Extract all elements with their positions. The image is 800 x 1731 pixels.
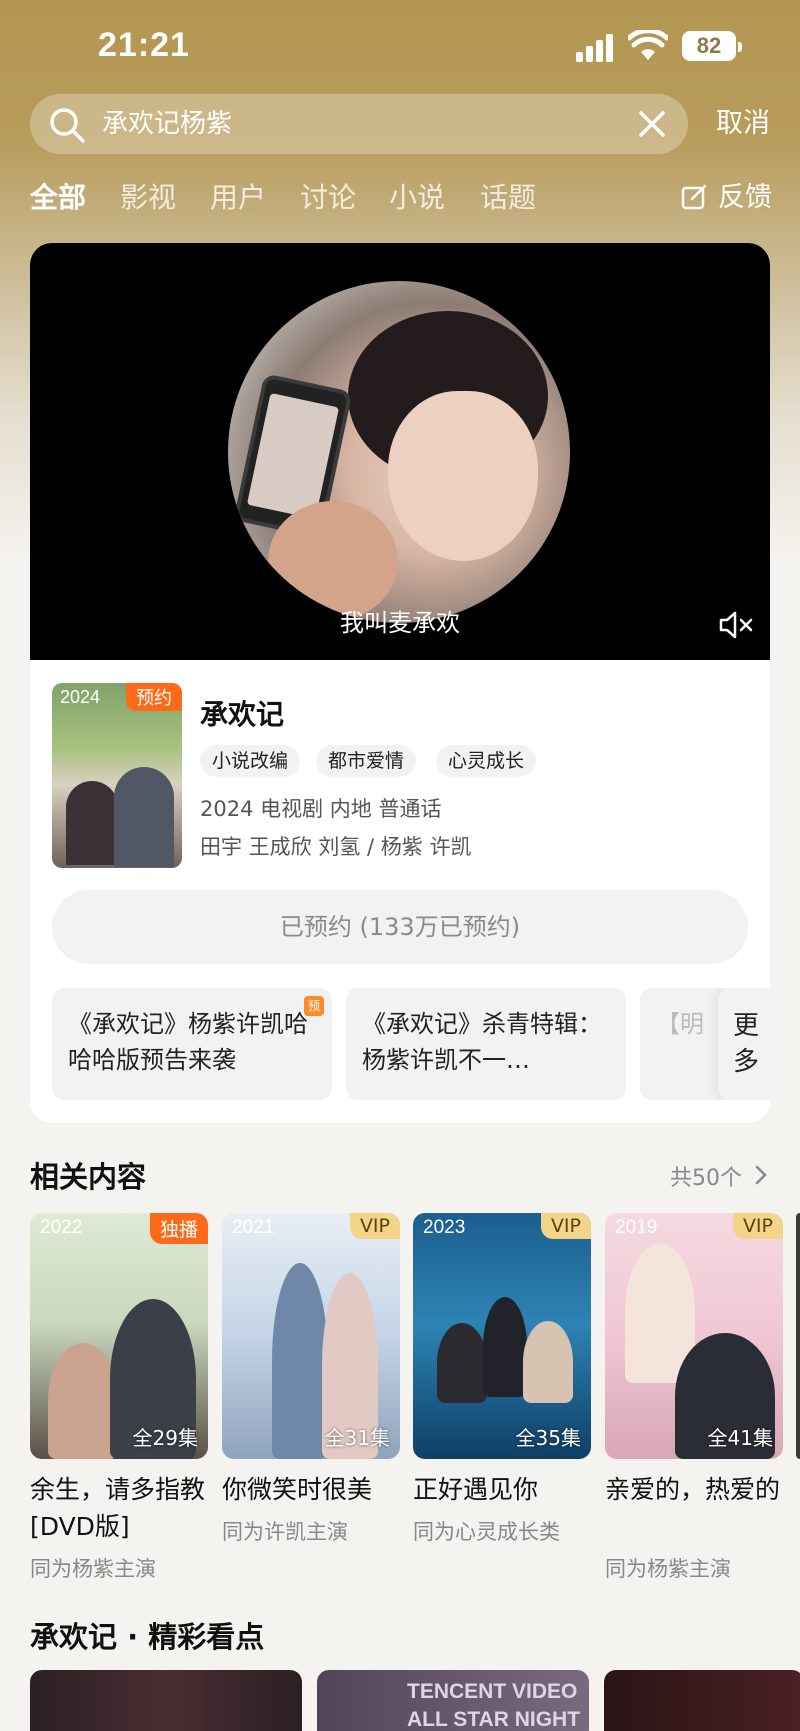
search-query: 承欢记杨紫 [102, 109, 233, 139]
video-thumbnail [228, 281, 570, 623]
trailer-badge: 预 [304, 996, 324, 1016]
mute-icon[interactable] [718, 609, 754, 641]
related-year: 2019 [615, 1217, 658, 1238]
show-meta: 2024 电视剧 内地 普通话 [200, 797, 442, 821]
related-title: 亲爱的，热爱的 [605, 1475, 781, 1504]
clip-item[interactable]: 《承欢记》杨紫许凯哈哈哈版预告来袭 预 [52, 988, 332, 1100]
highlight-item[interactable] [30, 1670, 302, 1731]
related-poster: 2019 VIP 全41集 [605, 1213, 783, 1459]
show-card: 我叫麦承欢 2024 预约 承欢记 小说改编 都市爱情 心灵成长 2024 电视… [30, 243, 770, 1123]
tab-novel[interactable]: 小说 [389, 176, 445, 220]
tab-video[interactable]: 影视 [120, 176, 176, 220]
chevron-right-icon [755, 1165, 767, 1185]
edit-icon [681, 184, 707, 210]
related-title: 正好遇见你 [413, 1475, 539, 1504]
related-reason: 同为杨紫主演 [30, 1557, 156, 1581]
related-year: 2023 [423, 1217, 466, 1238]
reserve-badge: 预约 [126, 683, 182, 711]
related-year: 2022 [40, 1217, 83, 1238]
highlight-item[interactable]: TENCENT VIDEO ALL STAR NIGHT [317, 1670, 589, 1731]
related-title: 你微笑时很美 [222, 1475, 373, 1504]
clip-title: 《承欢记》杀青特辑：杨紫许凯不一… [362, 1010, 602, 1074]
reserved-button[interactable]: 已预约 (133万已预约) [52, 890, 748, 964]
feedback-label: 反馈 [718, 182, 772, 213]
show-poster[interactable]: 2024 预约 [52, 683, 182, 868]
video-subtitle: 我叫麦承欢 [340, 609, 460, 637]
vip-badge: VIP [732, 1213, 783, 1239]
status-bar: 21:21 82 [0, 0, 800, 90]
episode-count: 全41集 [707, 1426, 773, 1450]
vip-badge: VIP [349, 1213, 400, 1239]
highlight-item[interactable] [604, 1670, 800, 1731]
signal-icon [576, 32, 620, 62]
related-poster: 2022 独播 全29集 [30, 1213, 208, 1459]
video-player[interactable]: 我叫麦承欢 [30, 243, 770, 660]
related-count-link[interactable]: 共50个 [670, 1160, 767, 1192]
related-reason: 同为杨紫主演 [605, 1557, 731, 1581]
highlights-section-title: 承欢记 · 精彩看点 [30, 1620, 265, 1654]
related-title: 余生，请多指教[DVD版] [30, 1475, 206, 1541]
poster-year: 2024 [60, 687, 101, 707]
episode-count: 全29集 [132, 1426, 198, 1450]
tag[interactable]: 小说改编 [200, 745, 301, 777]
highlights-list: TENCENT VIDEO ALL STAR NIGHT [30, 1670, 800, 1731]
vip-badge: VIP [540, 1213, 591, 1239]
clear-icon[interactable] [636, 108, 668, 140]
search-input[interactable]: 承欢记杨紫 [30, 94, 688, 154]
related-poster: 2023 VIP 全35集 [413, 1213, 591, 1459]
clip-item[interactable]: 《承欢记》杀青特辑：杨紫许凯不一… [346, 988, 626, 1100]
tab-all[interactable]: 全部 [30, 176, 86, 220]
related-reason: 同为心灵成长类 [413, 1520, 560, 1544]
more-clips-button[interactable]: 更多 [718, 988, 770, 1100]
battery-indicator: 82 [682, 31, 742, 61]
related-section-title: 相关内容 [30, 1160, 147, 1194]
tag[interactable]: 心灵成长 [436, 745, 537, 777]
tab-topic[interactable]: 话题 [480, 176, 536, 220]
show-cast: 田宇 王成欣 刘氢 / 杨紫 许凯 [200, 835, 472, 859]
tab-users[interactable]: 用户 [210, 176, 266, 220]
related-poster: 2021 VIP 全31集 [222, 1213, 400, 1459]
exclusive-badge: 独播 [149, 1213, 208, 1244]
show-title[interactable]: 承欢记 [200, 693, 284, 733]
clip-title: 【明 [656, 1010, 704, 1038]
tag[interactable]: 都市爱情 [316, 745, 417, 777]
wifi-icon [628, 30, 668, 60]
related-reason: 同为许凯主演 [222, 1520, 348, 1544]
cancel-button[interactable]: 取消 [716, 106, 770, 142]
episode-count: 全35集 [515, 1426, 581, 1450]
status-time: 21:21 [98, 26, 190, 64]
search-icon [50, 108, 85, 143]
highlight-banner-text: TENCENT VIDEO ALL STAR NIGHT [407, 1680, 581, 1731]
clip-title: 《承欢记》杨紫许凯哈哈哈版预告来袭 [68, 1010, 308, 1074]
clip-list: 《承欢记》杨紫许凯哈哈哈版预告来袭 预 《承欢记》杀青特辑：杨紫许凯不一… 【明… [52, 988, 770, 1100]
related-count: 共50个 [670, 1166, 742, 1191]
tab-discussion[interactable]: 讨论 [300, 176, 356, 220]
related-year: 2021 [232, 1217, 275, 1238]
related-item-peek [796, 1213, 800, 1459]
episode-count: 全31集 [324, 1426, 390, 1450]
